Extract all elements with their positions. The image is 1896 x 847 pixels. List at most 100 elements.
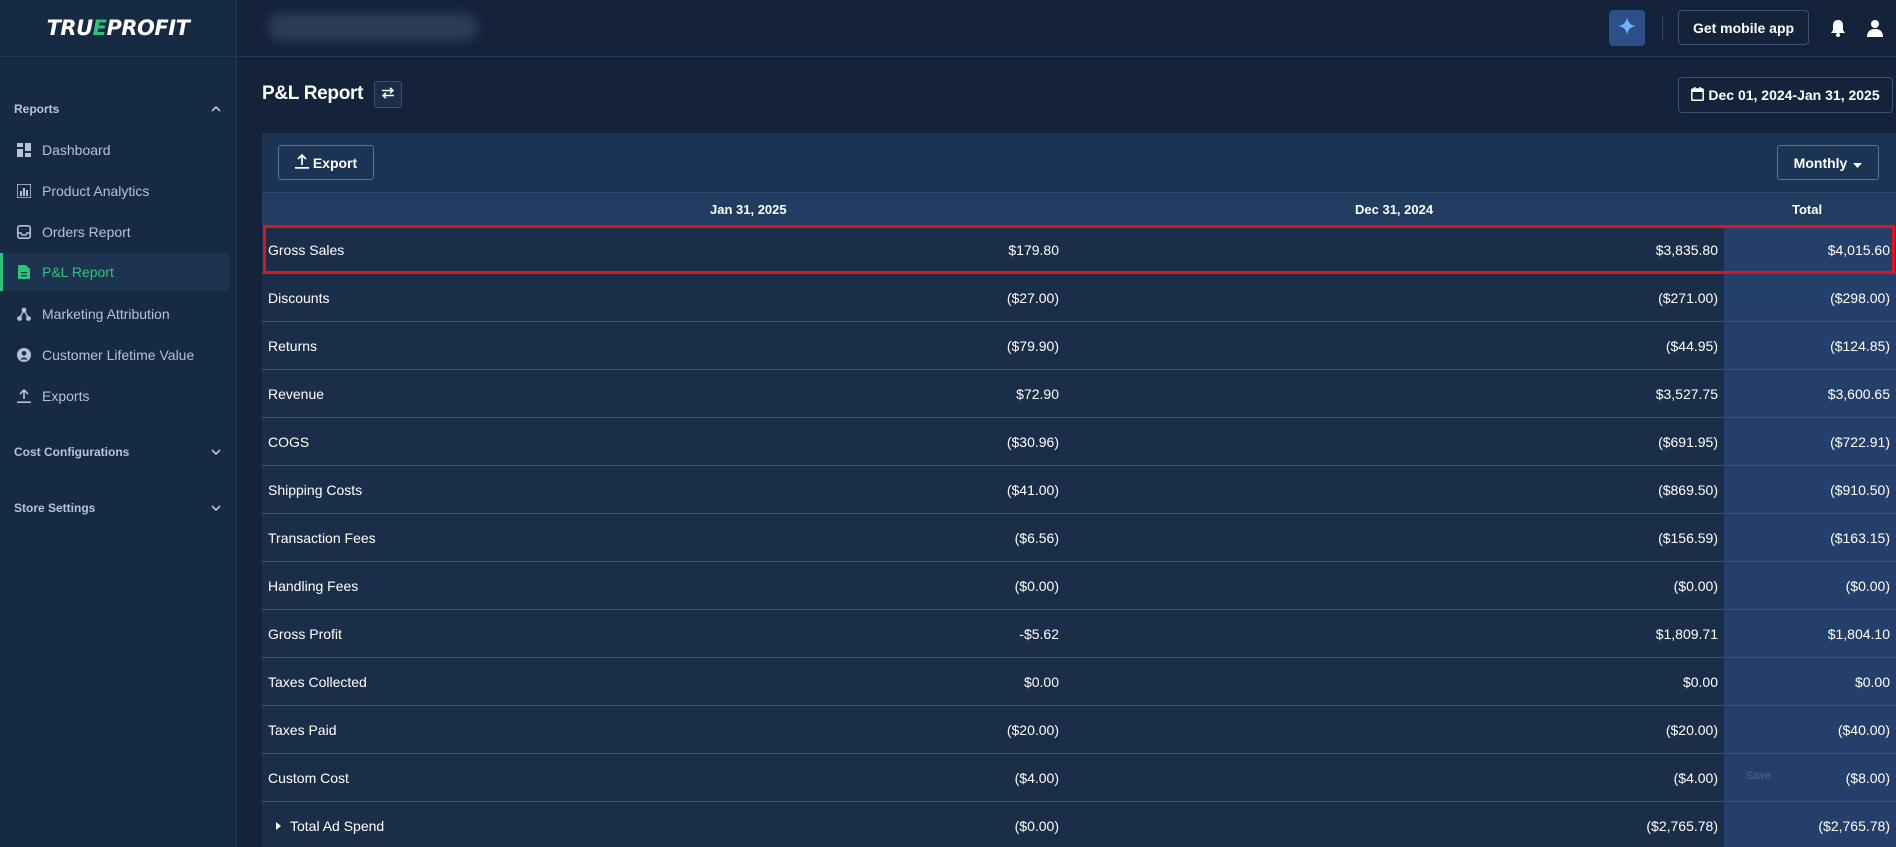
- table-row: Custom Cost ($4.00) ($4.00) Save ($8.00): [262, 754, 1896, 802]
- user-circle-icon: [16, 347, 32, 363]
- sidebar-item-customer-lifetime-value[interactable]: Customer Lifetime Value: [0, 336, 230, 374]
- topbar-divider: [1662, 16, 1663, 40]
- upload-icon: [294, 153, 309, 172]
- dashboard-icon: [16, 142, 32, 158]
- cost-configurations-section-header[interactable]: Cost Configurations: [0, 443, 237, 461]
- save-button[interactable]: Save: [1746, 770, 1771, 782]
- cell-total-value: ($298.00): [1830, 290, 1890, 306]
- pl-report-card: Export Monthly Jan 31, 2025 Dec 31, 2024…: [262, 133, 1896, 847]
- cell-jan-2025: ($30.96): [1006, 434, 1059, 450]
- period-dropdown[interactable]: Monthly: [1777, 145, 1879, 180]
- cell-jan-2025: ($0.00): [1014, 578, 1059, 594]
- cell-total-value: $3,600.65: [1827, 386, 1890, 402]
- upload-icon: [16, 388, 32, 404]
- network-icon: [16, 306, 32, 322]
- cell-dec-2024: ($4.00): [1673, 770, 1718, 786]
- cell-total: ($722.91): [1724, 418, 1896, 465]
- table-body: Gross Sales $179.80 $3,835.80 $4,015.60 Disc…: [262, 226, 1896, 847]
- row-label: Custom Cost: [268, 770, 349, 786]
- cell-dec-2024: $0.00: [1682, 674, 1718, 690]
- cell-jan-2025: ($6.56): [1014, 530, 1059, 546]
- column-header-dec-2024: Dec 31, 2024: [1355, 202, 1434, 217]
- page-title: P&L Report: [262, 83, 364, 104]
- row-label: Taxes Paid: [268, 722, 337, 738]
- bar-chart-icon: [16, 183, 32, 199]
- cell-total-value: ($2,765.78): [1818, 818, 1890, 834]
- sidebar-item-dashboard[interactable]: Dashboard: [0, 131, 230, 169]
- cell-jan-2025: ($4.00): [1014, 770, 1059, 786]
- cell-total-value: ($8.00): [1845, 770, 1890, 786]
- cell-total-value: ($722.91): [1830, 434, 1890, 450]
- sparkle-icon: [1617, 16, 1637, 41]
- sidebar-item-label: Customer Lifetime Value: [42, 347, 195, 363]
- export-button[interactable]: Export: [278, 145, 374, 180]
- date-range-picker[interactable]: Dec 01, 2024-Jan 31, 2025: [1678, 77, 1893, 113]
- table-row: Gross Sales $179.80 $3,835.80 $4,015.60: [262, 226, 1896, 274]
- cell-jan-2025: -$5.62: [1019, 626, 1059, 642]
- cell-dec-2024: ($0.00): [1673, 578, 1718, 594]
- sidebar-item-label: Marketing Attribution: [42, 306, 170, 322]
- table-row: Shipping Costs ($41.00) ($869.50) ($910.50): [262, 466, 1896, 514]
- cell-total-value: ($124.85): [1830, 338, 1890, 354]
- cell-total: ($163.15): [1724, 514, 1896, 561]
- cell-total: $1,804.10: [1724, 610, 1896, 657]
- cell-total: ($0.00): [1724, 562, 1896, 609]
- inbox-icon: [16, 224, 32, 240]
- table-row: Returns ($79.90) ($44.95) ($124.85): [262, 322, 1896, 370]
- cost-configurations-label: Cost Configurations: [14, 445, 130, 459]
- sidebar-item-exports[interactable]: Exports: [0, 377, 230, 415]
- cell-dec-2024: $3,835.80: [1655, 242, 1718, 258]
- row-label: Shipping Costs: [268, 482, 363, 498]
- cell-jan-2025: $179.80: [1008, 242, 1059, 258]
- swap-view-button[interactable]: [374, 81, 402, 108]
- sidebar-item-marketing-attribution[interactable]: Marketing Attribution: [0, 295, 230, 333]
- cell-total-value: ($40.00): [1837, 722, 1890, 738]
- logo[interactable]: TRUEPROFIT: [0, 0, 236, 57]
- cell-jan-2025: ($79.90): [1006, 338, 1059, 354]
- cell-total: ($124.85): [1724, 322, 1896, 369]
- table-row: Handling Fees ($0.00) ($0.00) ($0.00): [262, 562, 1896, 610]
- topbar: Get mobile app: [238, 0, 1896, 57]
- expand-caret-icon[interactable]: [276, 822, 281, 831]
- table-row: Taxes Paid ($20.00) ($20.00) ($40.00): [262, 706, 1896, 754]
- row-label: Handling Fees: [268, 578, 359, 594]
- swap-icon: [381, 86, 395, 104]
- row-label[interactable]: Total Ad Spend: [276, 818, 384, 834]
- sidebar-item-product-analytics[interactable]: Product Analytics: [0, 172, 230, 210]
- date-range-label: Dec 01, 2024-Jan 31, 2025: [1708, 87, 1880, 103]
- sidebar-item-pl-report[interactable]: P&L Report: [0, 253, 230, 291]
- cell-jan-2025: ($27.00): [1006, 290, 1059, 306]
- calendar-icon: [1691, 86, 1705, 104]
- cell-total-value: ($0.00): [1845, 578, 1890, 594]
- row-label: Gross Profit: [268, 626, 342, 642]
- sidebar-item-label: Orders Report: [42, 224, 131, 240]
- cell-total-value: $1,804.10: [1827, 626, 1890, 642]
- get-mobile-app-button[interactable]: Get mobile app: [1678, 10, 1809, 45]
- ai-assistant-button[interactable]: [1609, 10, 1645, 46]
- bell-icon[interactable]: [1826, 16, 1850, 40]
- table-header: Jan 31, 2025 Dec 31, 2024 Total: [262, 192, 1896, 226]
- cell-total: $3,600.65: [1724, 370, 1896, 417]
- store-settings-section-header[interactable]: Store Settings: [0, 499, 237, 517]
- cell-total: ($40.00): [1724, 706, 1896, 753]
- sidebar-item-orders-report[interactable]: Orders Report: [0, 213, 230, 251]
- cell-jan-2025: $0.00: [1023, 674, 1059, 690]
- sidebar: TRUEPROFIT Reports Dashboard Product Ana…: [0, 0, 237, 847]
- row-label: Gross Sales: [268, 242, 345, 258]
- table-row: COGS ($30.96) ($691.95) ($722.91): [262, 418, 1896, 466]
- export-label: Export: [312, 154, 358, 171]
- store-settings-label: Store Settings: [14, 501, 96, 515]
- cell-total: $0.00: [1724, 658, 1896, 705]
- row-label: Taxes Collected: [268, 674, 367, 690]
- cell-jan-2025: ($20.00): [1006, 722, 1059, 738]
- row-label: Transaction Fees: [268, 530, 376, 546]
- cell-dec-2024: ($2,765.78): [1646, 818, 1718, 834]
- chevron-down-icon: [209, 501, 223, 515]
- caret-down-icon: [1853, 155, 1863, 171]
- cell-total-value: ($910.50): [1830, 482, 1890, 498]
- store-name-blurred[interactable]: [268, 13, 478, 41]
- cell-dec-2024: $1,809.71: [1655, 626, 1718, 642]
- cell-dec-2024: $3,527.75: [1655, 386, 1718, 402]
- user-icon[interactable]: [1863, 16, 1887, 40]
- reports-section-header[interactable]: Reports: [0, 100, 237, 118]
